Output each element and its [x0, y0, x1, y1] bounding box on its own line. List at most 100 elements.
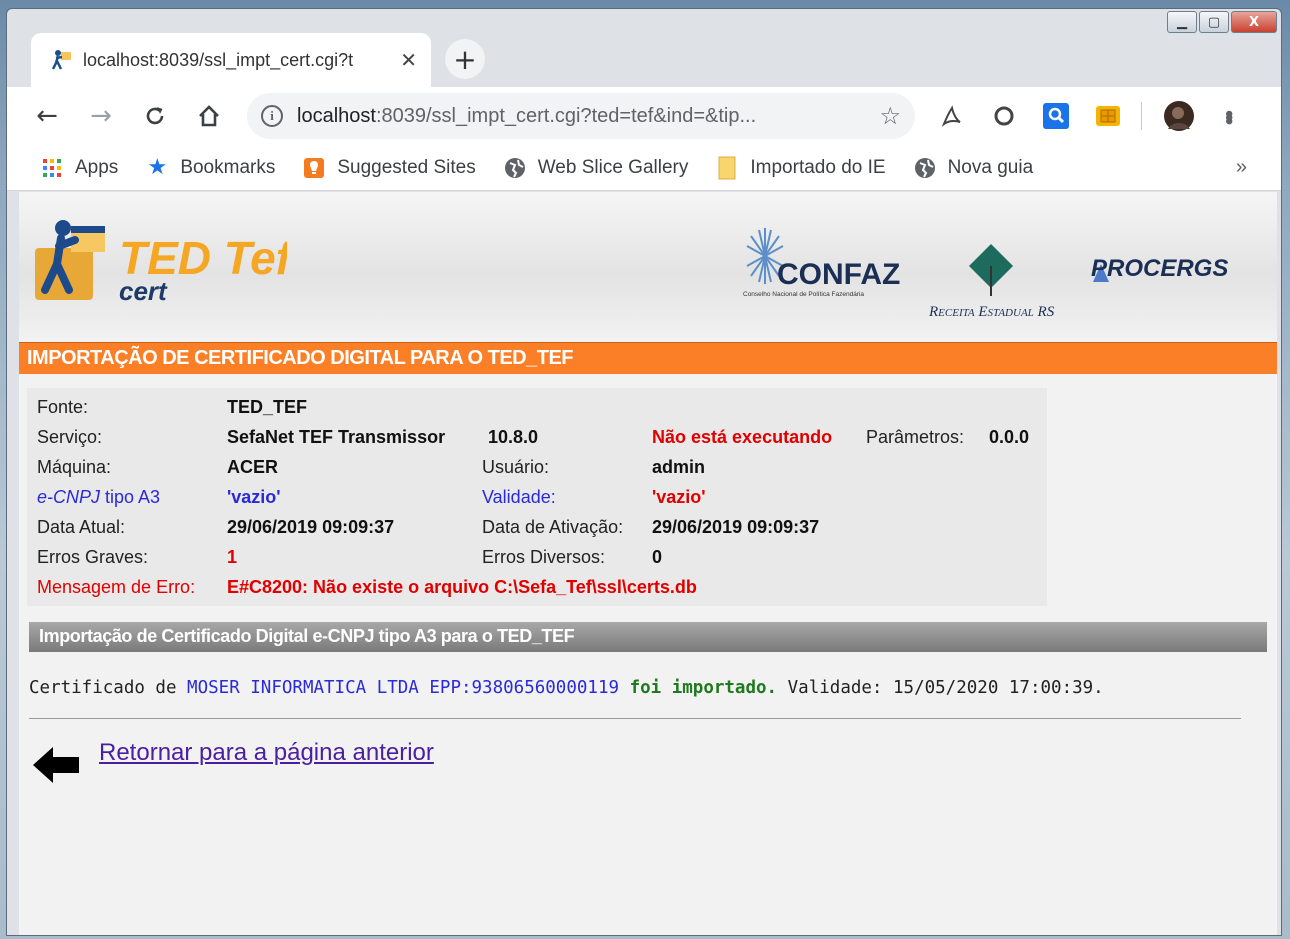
suggested-sites-icon: [303, 157, 325, 179]
bookmark-label: Importado do IE: [750, 156, 886, 178]
address-bar[interactable]: i localhost:8039/ssl_impt_cert.cgi?ted=t…: [247, 93, 915, 139]
bookmarks-bar: Apps ★ Bookmarks Suggested Sites Web Sli…: [7, 145, 1281, 191]
bookmark-star-icon[interactable]: ☆: [879, 102, 901, 130]
star-icon: ★: [147, 155, 168, 180]
acrobat-icon[interactable]: [937, 101, 967, 131]
site-info-icon[interactable]: i: [261, 105, 283, 127]
ecnpj-label: e-CNPJ tipo A3: [37, 487, 160, 508]
new-tab-button[interactable]: +: [445, 39, 485, 79]
info-row-servico: Serviço: SefaNet TEF Transmissor 10.8.0 …: [37, 422, 1037, 452]
usuario-label: Usuário:: [482, 456, 550, 477]
profile-avatar[interactable]: [1164, 101, 1194, 131]
tab-strip: localhost:8039/ssl_impt_cert.cgi?t ✕ + ▁…: [7, 9, 1281, 93]
bookmark-label: Suggested Sites: [337, 156, 476, 178]
procergs-logo: PROCERGS: [1091, 255, 1228, 282]
validade-value: 'vazio': [652, 486, 706, 507]
home-button[interactable]: [189, 96, 229, 136]
service-status: Não está executando: [652, 426, 833, 447]
back-navigation: Retornar para a página anterior: [31, 739, 1277, 787]
fonte-value: TED_TEF: [227, 396, 308, 417]
browser-window: localhost:8039/ssl_impt_cert.cgi?t ✕ + ▁…: [6, 8, 1282, 936]
service-version: 10.8.0: [488, 426, 539, 447]
info-row-fonte: Fonte: TED_TEF: [37, 392, 1037, 422]
url-path: :8039/ssl_impt_cert.cgi?ted=tef&ind=&tip…: [375, 104, 757, 127]
reload-icon: [146, 107, 164, 125]
servico-label: Serviço:: [37, 426, 103, 447]
mensagem-erro-value: E#C8200: Não existe o arquivo C:\Sefa_Te…: [227, 576, 697, 597]
erros-graves-label: Erros Graves:: [37, 546, 149, 567]
browser-tab[interactable]: localhost:8039/ssl_impt_cert.cgi?t ✕: [31, 33, 431, 87]
reload-button[interactable]: [135, 96, 175, 136]
import-result: Certificado de MOSER INFORMATICA LTDA EP…: [29, 678, 1277, 698]
maximize-button[interactable]: ▢: [1199, 11, 1229, 33]
back-link[interactable]: Retornar para a página anterior: [99, 739, 434, 767]
bookmark-label: Bookmarks: [180, 156, 276, 178]
browser-menu-icon[interactable]: •••: [1216, 110, 1242, 121]
parametros-label: Parâmetros:: [866, 426, 965, 447]
bookmark-label: Web Slice Gallery: [537, 156, 689, 178]
result-validity: Validade: 15/05/2020 17:00:39.: [787, 678, 1104, 698]
usuario-value: admin: [652, 456, 706, 477]
globe-icon: [504, 157, 526, 179]
erros-diversos-value: 0: [652, 546, 663, 567]
info-row-data: Data Atual: 29/06/2019 09:09:37 Data de …: [37, 512, 1037, 542]
back-button[interactable]: ←: [27, 96, 67, 136]
url-text[interactable]: localhost:8039/ssl_impt_cert.cgi?ted=tef…: [297, 105, 865, 128]
bookmark-bookmarks[interactable]: ★ Bookmarks: [146, 155, 276, 180]
info-row-ecnpj: e-CNPJ tipo A3 'vazio' Validade: 'vazio': [37, 482, 1037, 512]
bookmark-suggested-sites[interactable]: Suggested Sites: [303, 156, 476, 179]
tab-title: localhost:8039/ssl_impt_cert.cgi?t: [83, 49, 354, 70]
procergs-text: PROCERGS: [1091, 255, 1228, 282]
bookmark-importado-do-ie[interactable]: Importado do IE: [716, 156, 886, 179]
bookmarks-overflow-icon[interactable]: »: [1236, 156, 1247, 179]
opera-icon[interactable]: [989, 101, 1019, 131]
result-status: foi importado.: [629, 678, 778, 698]
maquina-value: ACER: [227, 456, 279, 477]
data-atual-label: Data Atual:: [37, 516, 126, 537]
url-host: localhost: [297, 104, 376, 127]
apps-grid-icon: [41, 157, 63, 179]
ecnpj-label-italic: e-CNPJ: [37, 486, 101, 507]
tedtef-favicon-icon: [51, 49, 73, 71]
info-row-erros: Erros Graves: 1 Erros Diversos: 0: [37, 542, 1037, 572]
search-extension-icon[interactable]: [1041, 101, 1071, 131]
divider: [29, 718, 1241, 719]
ted-tef-logo: TED Tef cert: [35, 220, 287, 306]
erros-graves-value: 1: [227, 546, 238, 567]
logo-sub-text: cert: [119, 276, 168, 306]
fonte-label: Fonte:: [37, 396, 89, 417]
receita-estadual-logo: Receita Estadual RS: [928, 244, 1055, 320]
status-info-table: Fonte: TED_TEF Serviço: SefaNet TEF Tran…: [27, 388, 1047, 606]
ecnpj-value: 'vazio': [227, 486, 281, 507]
info-row-maquina: Máquina: ACER Usuário: admin: [37, 452, 1037, 482]
confaz-logo: CONFAZ Conselho Nacional de Política Faz…: [743, 228, 900, 298]
mensagem-erro-label: Mensagem de Erro:: [37, 576, 196, 597]
page-title: IMPORTAÇÃO DE CERTIFICADO DIGITAL PARA O…: [19, 342, 1277, 374]
forward-button[interactable]: →: [81, 96, 121, 136]
bookmark-label: Nova guia: [947, 156, 1034, 178]
ecnpj-label-rest: tipo A3: [100, 486, 161, 507]
validade-label: Validade:: [482, 486, 556, 507]
bookmark-label: Apps: [75, 156, 119, 178]
bookmark-apps[interactable]: Apps: [41, 157, 118, 179]
result-prefix: Certificado de: [29, 678, 188, 698]
receita-text: Receita Estadual RS: [928, 304, 1055, 320]
back-arrow-icon[interactable]: [31, 743, 81, 787]
bookmark-nova-guia[interactable]: Nova guia: [914, 156, 1034, 179]
web-page: TED Tef cert CONFAZ Conselho Nacional de…: [19, 192, 1277, 935]
folder-icon: [716, 156, 738, 179]
toolbar-separator: [1141, 102, 1142, 130]
home-icon: [199, 105, 219, 127]
browser-toolbar: ← → i localhost:8039/ssl_impt_cert.cgi?t…: [7, 87, 1281, 145]
tab-close-icon[interactable]: ✕: [400, 48, 417, 72]
smartcard-icon[interactable]: [1093, 101, 1123, 131]
info-row-mensagem: Mensagem de Erro: E#C8200: Não existe o …: [37, 572, 1037, 602]
minimize-button[interactable]: ▁: [1167, 11, 1197, 33]
section-title: Importação de Certificado Digital e-CNPJ…: [29, 622, 1267, 652]
bookmark-web-slice-gallery[interactable]: Web Slice Gallery: [504, 156, 689, 179]
data-ativacao-value: 29/06/2019 09:09:37: [652, 516, 820, 537]
data-ativacao-label: Data de Ativação:: [482, 516, 624, 537]
globe-icon: [914, 157, 936, 179]
data-atual-value: 29/06/2019 09:09:37: [227, 516, 395, 537]
close-window-button[interactable]: X: [1231, 11, 1277, 33]
